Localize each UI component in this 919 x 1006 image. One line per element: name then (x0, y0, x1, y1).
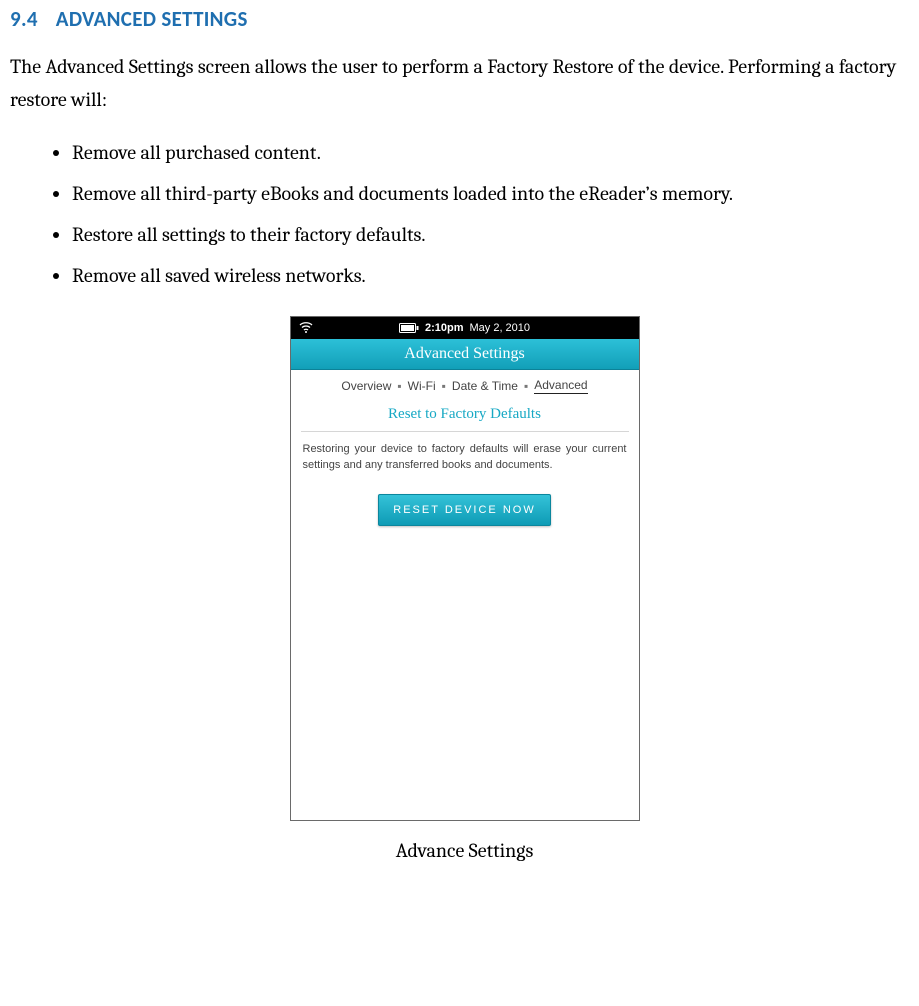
reset-body-text: Restoring your device to factory default… (291, 432, 639, 488)
list-item: Remove all purchased content. (72, 132, 919, 173)
tab-overview[interactable]: Overview (341, 379, 391, 394)
bullet-list: Remove all purchased content. Remove all… (10, 132, 919, 296)
section-title-text: ADVANCED SETTINGS (56, 6, 248, 32)
tab-separator: ▪ (397, 379, 401, 393)
tab-date-time[interactable]: Date & Time (452, 379, 518, 394)
tab-separator: ▪ (442, 379, 446, 393)
figure-caption: Advance Settings (10, 839, 919, 862)
intro-paragraph: The Advanced Settings screen allows the … (10, 50, 919, 116)
status-bar: 2:10pm May 2, 2010 (291, 317, 639, 339)
status-time: 2:10pm (425, 322, 464, 334)
tab-advanced[interactable]: Advanced (534, 378, 587, 394)
tabs-row: Overview ▪ Wi-Fi ▪ Date & Time ▪ Advance… (291, 370, 639, 400)
list-item: Remove all third-party eBooks and docume… (72, 173, 919, 214)
battery-icon (399, 323, 419, 333)
device-screenshot: 2:10pm May 2, 2010 Advanced Settings Ove… (290, 316, 640, 821)
reset-device-button[interactable]: RESET DEVICE NOW (378, 494, 550, 526)
tab-wifi[interactable]: Wi-Fi (408, 379, 436, 394)
tab-separator: ▪ (524, 379, 528, 393)
section-heading: 9.4 ADVANCED SETTINGS (10, 6, 919, 32)
status-date: May 2, 2010 (469, 322, 530, 334)
reset-section-title: Reset to Factory Defaults (291, 400, 639, 431)
section-number: 9.4 (10, 6, 38, 32)
list-item: Restore all settings to their factory de… (72, 214, 919, 255)
list-item: Remove all saved wireless networks. (72, 255, 919, 296)
wifi-icon (299, 321, 313, 333)
title-bar: Advanced Settings (291, 339, 639, 370)
